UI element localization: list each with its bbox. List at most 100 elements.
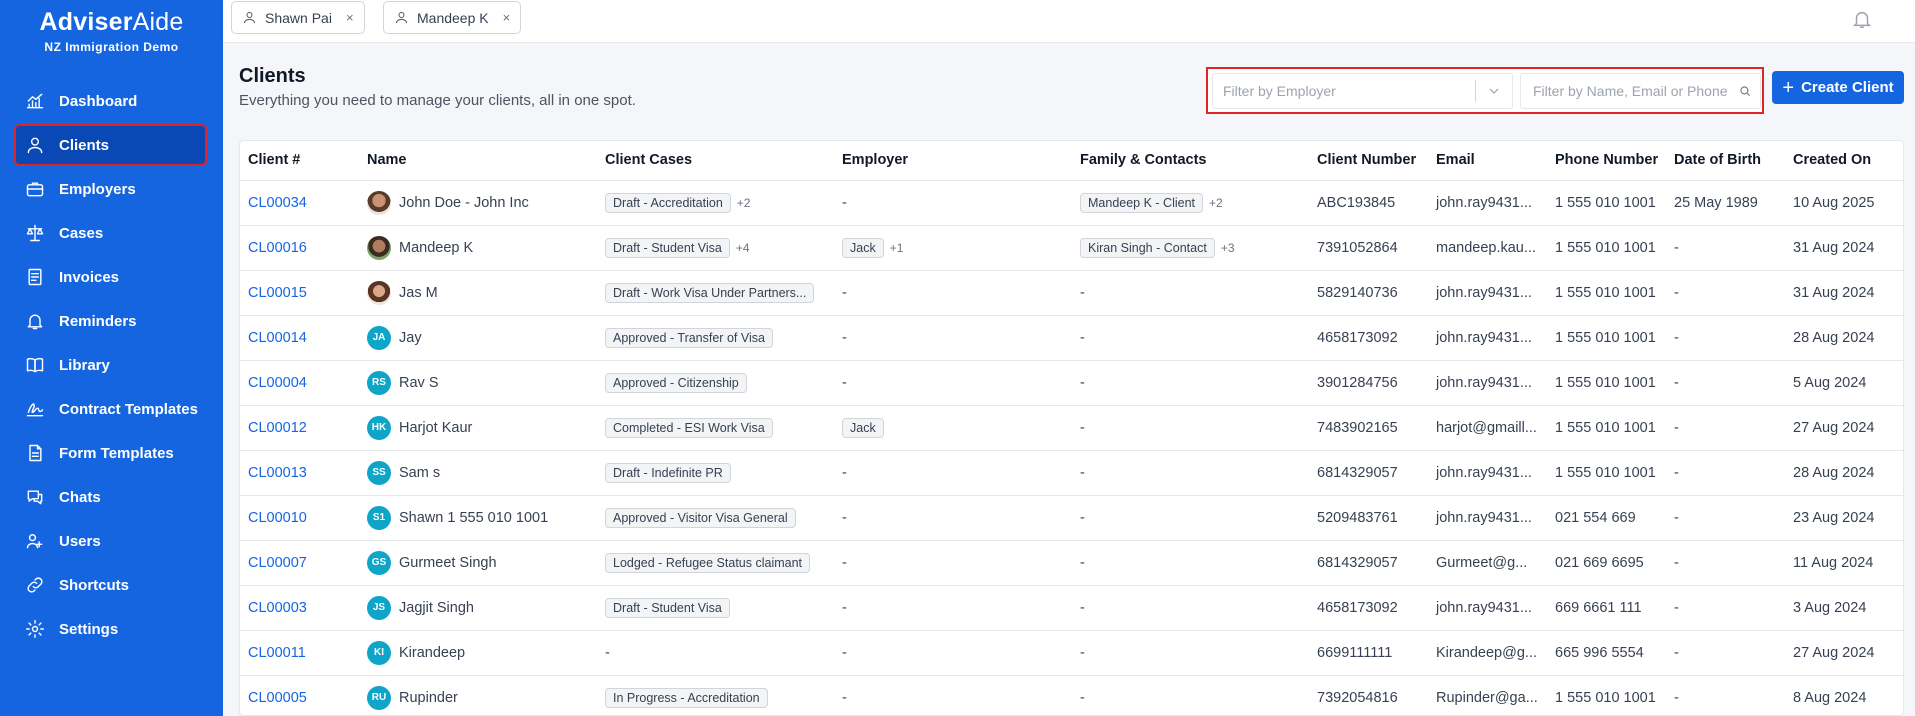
column-header[interactable]: Phone Number <box>1547 141 1666 181</box>
table-row[interactable]: CL00012 HK Harjot Kaur Completed - ESI Wo… <box>240 405 1903 451</box>
family-tag[interactable]: Kiran Singh - Contact <box>1080 237 1215 258</box>
employer-tag[interactable]: Jack <box>842 237 884 258</box>
sidebar-item-clients[interactable]: Clients <box>14 124 207 166</box>
client-id-link[interactable]: CL00005 <box>240 675 359 715</box>
sidebar-item-library[interactable]: Library <box>0 343 223 387</box>
case-more-count[interactable]: +2 <box>737 196 751 210</box>
case-more-count[interactable]: +4 <box>736 241 750 255</box>
case-tag[interactable]: Completed - ESI Work Visa <box>605 417 773 438</box>
column-header[interactable]: Email <box>1428 141 1547 181</box>
family-contacts-cell: - <box>1072 630 1309 676</box>
family-contacts-cell: Kiran Singh - Contact +3 <box>1072 225 1309 271</box>
table-row[interactable]: CL00007 GS Gurmeet Singh Lodged - Refugee… <box>240 540 1903 586</box>
sidebar-item-chats[interactable]: Chats <box>0 475 223 519</box>
table-row[interactable]: CL00010 S1 Shawn 1 555 010 1001 Approved … <box>240 495 1903 541</box>
case-tag[interactable]: Lodged - Refugee Status claimant <box>605 552 811 573</box>
signature-icon <box>24 398 46 420</box>
client-id-link[interactable]: CL00015 <box>240 270 359 316</box>
brand-logo[interactable]: AdviserAide <box>0 8 223 37</box>
sidebar-item-dashboard[interactable]: Dashboard <box>0 79 223 123</box>
family-more-count[interactable]: +2 <box>1209 196 1223 210</box>
client-id-link[interactable]: CL00003 <box>240 585 359 631</box>
avatar: S1 <box>367 505 391 530</box>
table-row[interactable]: CL00004 RS Rav S Approved - Citizenship -… <box>240 360 1903 406</box>
email: john.ray9431... <box>1428 495 1547 541</box>
family-contacts-cell: - <box>1072 585 1309 631</box>
search-input[interactable] <box>1521 83 1738 99</box>
tab-close-icon[interactable]: × <box>503 10 511 25</box>
client-id-link[interactable]: CL00012 <box>240 405 359 451</box>
column-header[interactable]: Family & Contacts <box>1072 141 1309 181</box>
sidebar-item-users[interactable]: Users <box>0 519 223 563</box>
column-header[interactable]: Name <box>359 141 597 181</box>
sidebar-nav: Dashboard Clients Employers Cases Invoic… <box>0 79 223 651</box>
search-field[interactable] <box>1520 73 1761 109</box>
chevron-down-icon[interactable] <box>1476 83 1512 99</box>
sidebar-item-form-templates[interactable]: Form Templates <box>0 431 223 475</box>
sidebar-item-employers[interactable]: Employers <box>0 167 223 211</box>
family-contacts-cell: - <box>1072 315 1309 361</box>
client-id-link[interactable]: CL00034 <box>240 180 359 226</box>
family-tag[interactable]: Mandeep K - Client <box>1080 192 1204 213</box>
table-row[interactable]: CL00015 Jas M Draft - Work Visa Under Pa… <box>240 270 1903 316</box>
column-header[interactable]: Client # <box>240 141 359 181</box>
client-name-cell: Mandeep K <box>359 225 597 271</box>
column-header[interactable]: Created On <box>1785 141 1903 181</box>
employer-filter-select[interactable]: Filter by Employer <box>1212 73 1513 109</box>
case-tag[interactable]: In Progress - Accreditation <box>605 687 768 708</box>
client-name: Sam s <box>399 464 441 481</box>
email: Gurmeet@g... <box>1428 540 1547 586</box>
client-id-link[interactable]: CL00016 <box>240 225 359 271</box>
table-row[interactable]: CL00003 JS Jagjit Singh Draft - Student V… <box>240 585 1903 631</box>
table-row[interactable]: CL00014 JA Jay Approved - Transfer of Vis… <box>240 315 1903 361</box>
employer-cell: Jack +1 <box>834 225 1072 271</box>
table-row[interactable]: CL00034 John Doe - John Inc Draft - Accr… <box>240 180 1903 226</box>
empty-value: - <box>1080 554 1085 571</box>
client-name-cell: S1 Shawn 1 555 010 1001 <box>359 495 597 541</box>
created-on: 11 Aug 2024 <box>1785 540 1903 586</box>
chat-icon <box>24 486 46 508</box>
table-row[interactable]: CL00013 SS Sam s Draft - Indefinite PR - … <box>240 450 1903 496</box>
client-name: John Doe - John Inc <box>399 194 529 211</box>
client-tab-shawn-pai[interactable]: Shawn Pai × <box>231 1 365 34</box>
case-tag[interactable]: Draft - Indefinite PR <box>605 462 731 483</box>
sidebar-item-shortcuts[interactable]: Shortcuts <box>0 563 223 607</box>
family-more-count[interactable]: +3 <box>1221 241 1235 255</box>
column-header[interactable]: Client Number <box>1309 141 1428 181</box>
case-tag[interactable]: Draft - Work Visa Under Partners... <box>605 282 815 303</box>
case-tag[interactable]: Draft - Accreditation <box>605 192 731 213</box>
client-id-link[interactable]: CL00007 <box>240 540 359 586</box>
case-tag[interactable]: Approved - Visitor Visa General <box>605 507 796 528</box>
sidebar-item-cases[interactable]: Cases <box>0 211 223 255</box>
client-id-link[interactable]: CL00013 <box>240 450 359 496</box>
empty-value: - <box>842 464 847 481</box>
phone-number: 1 555 010 1001 <box>1547 450 1666 496</box>
create-client-button[interactable]: + Create Client <box>1772 71 1904 104</box>
sidebar-item-invoices[interactable]: Invoices <box>0 255 223 299</box>
table-row[interactable]: CL00005 RU Rupinder In Progress - Accredi… <box>240 675 1903 715</box>
employer-more-count[interactable]: +1 <box>890 241 904 255</box>
client-id-link[interactable]: CL00014 <box>240 315 359 361</box>
case-tag[interactable]: Approved - Transfer of Visa <box>605 327 773 348</box>
case-tag[interactable]: Draft - Student Visa <box>605 237 730 258</box>
client-tab-mandeep-k[interactable]: Mandeep K × <box>383 1 522 34</box>
column-header[interactable]: Date of Birth <box>1666 141 1785 181</box>
client-id-link[interactable]: CL00010 <box>240 495 359 541</box>
client-id-link[interactable]: CL00011 <box>240 630 359 676</box>
empty-value: - <box>1080 599 1085 616</box>
sidebar-item-settings[interactable]: Settings <box>0 607 223 651</box>
sidebar-item-reminders[interactable]: Reminders <box>0 299 223 343</box>
table-row[interactable]: CL00016 Mandeep K Draft - Student Visa +4… <box>240 225 1903 271</box>
case-tag[interactable]: Approved - Citizenship <box>605 372 747 393</box>
client-id-link[interactable]: CL00004 <box>240 360 359 406</box>
case-tag[interactable]: Draft - Student Visa <box>605 597 730 618</box>
page-subtitle: Everything you need to manage your clien… <box>239 92 636 109</box>
table-row[interactable]: CL00011 KI Kirandeep - - - 6699111111 Kir… <box>240 630 1903 676</box>
tab-close-icon[interactable]: × <box>346 10 354 25</box>
book-icon <box>24 354 46 376</box>
column-header[interactable]: Client Cases <box>597 141 834 181</box>
sidebar-item-contract-templates[interactable]: Contract Templates <box>0 387 223 431</box>
notifications-bell-icon[interactable] <box>1851 8 1875 32</box>
employer-tag[interactable]: Jack <box>842 417 884 438</box>
column-header[interactable]: Employer <box>834 141 1072 181</box>
